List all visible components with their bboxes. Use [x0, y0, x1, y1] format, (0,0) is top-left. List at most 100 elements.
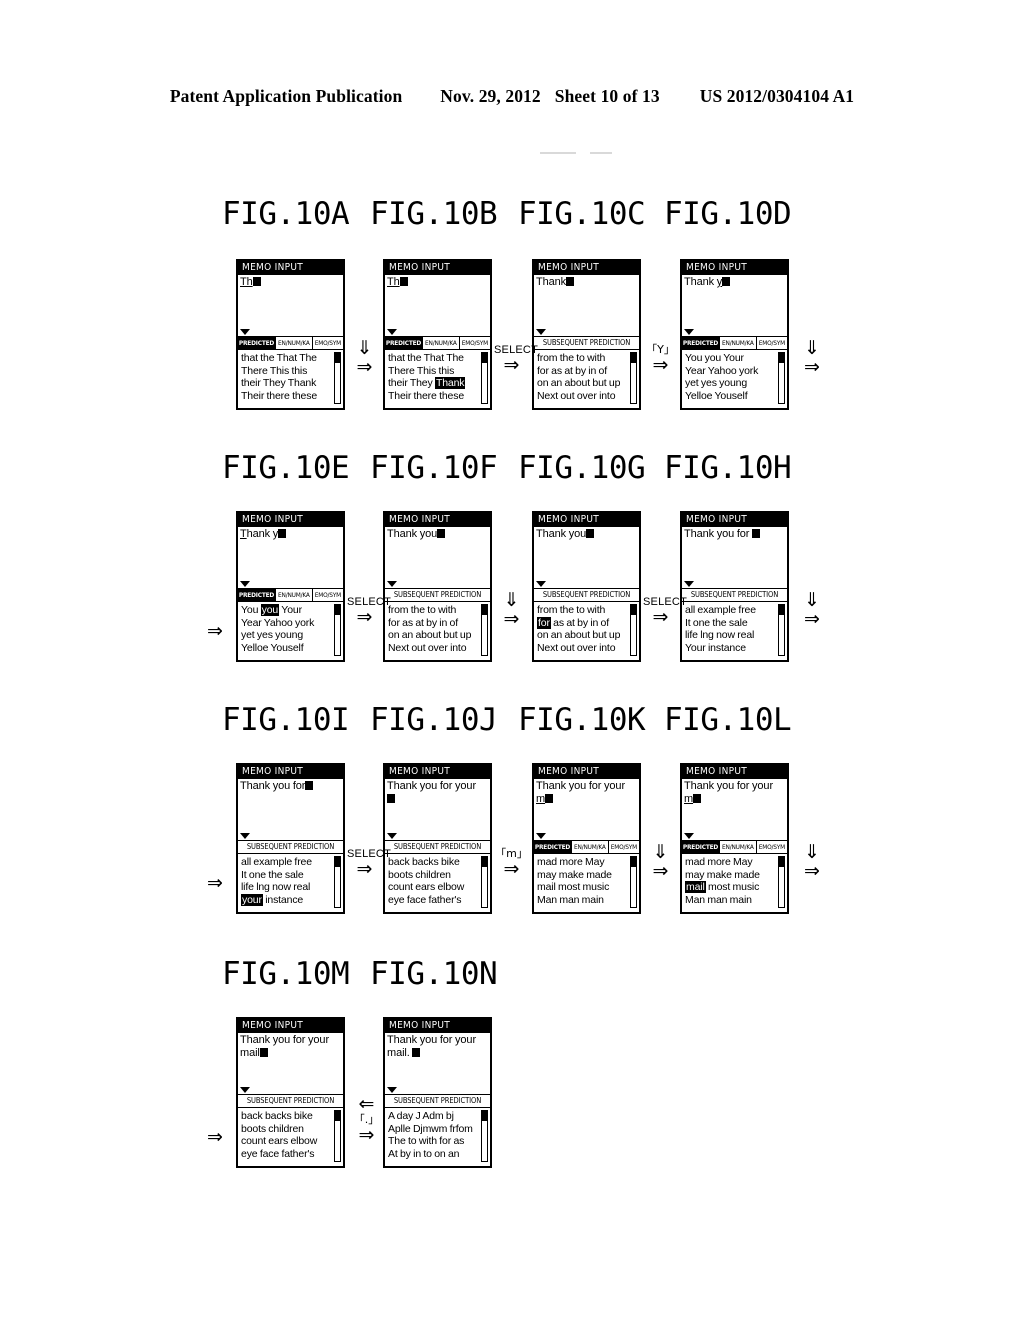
scrollbar-thumb[interactable] — [335, 1111, 340, 1121]
candidate-line[interactable]: Man man main — [685, 894, 785, 907]
candidate-list[interactable]: that the That The There This this their Th… — [385, 350, 490, 408]
memo-input-panel[interactable]: MEMO INPUT Thank you for your SUBSEQUENT P… — [383, 763, 492, 914]
candidate-line[interactable]: yet yes young — [685, 377, 785, 390]
memo-input-panel[interactable]: MEMO INPUT Thank you SUBSEQUENT PREDICTION… — [532, 511, 641, 662]
memo-input-panel[interactable]: MEMO INPUT Thank you for SUBSEQUENT PREDIC… — [236, 763, 345, 914]
candidate-list[interactable]: You you Your Year Yahoo york yet yes young… — [682, 350, 787, 408]
candidate-text[interactable]: from the to with — [537, 352, 605, 364]
candidate-scrollbar[interactable] — [334, 604, 341, 656]
candidate-line[interactable]: their They Thank — [241, 377, 341, 390]
prediction-tab-strip[interactable]: PREDICTED EN/NUM/KA EMO/SYM — [238, 337, 344, 350]
candidate-text[interactable]: Year Yahoo york — [685, 365, 758, 377]
candidate-text[interactable]: may make made — [685, 869, 760, 881]
candidate-text[interactable]: life lng now real — [241, 881, 310, 893]
candidate-text[interactable]: count ears elbow — [241, 1135, 317, 1147]
memo-edit-area[interactable]: Thank you for your mail — [238, 1032, 343, 1095]
memo-input-panel[interactable]: MEMO INPUT Th PREDICTED EN/NUM/KA EMO/SYM tha… — [236, 259, 345, 410]
candidate-line[interactable]: from the to with — [537, 604, 637, 617]
memo-edit-area[interactable]: Thank you for your m — [682, 778, 787, 841]
candidate-line[interactable]: Their there these — [241, 390, 341, 403]
candidate-list[interactable]: back backs bike boots children count ears … — [385, 854, 490, 912]
tab-emo-sym[interactable]: EMO/SYM — [607, 841, 640, 853]
tab-en-num-ka[interactable]: EN/NUM/KA — [275, 589, 312, 601]
candidate-text[interactable]: Yelloe Youself — [241, 642, 304, 654]
tab-predicted[interactable]: PREDICTED — [682, 841, 719, 853]
candidate-line[interactable]: yet yes young — [241, 629, 341, 642]
candidate-line[interactable]: Yelloe Youself — [685, 390, 785, 403]
tab-predicted[interactable]: PREDICTED — [238, 589, 275, 601]
prediction-tab-strip[interactable]: PREDICTED EN/NUM/KA EMO/SYM — [385, 337, 491, 350]
candidate-list[interactable]: all example free It one the sale life lng … — [238, 854, 343, 912]
candidate-line[interactable]: It one the sale — [241, 869, 341, 882]
candidate-text[interactable]: on an about but up — [537, 629, 620, 641]
candidate-line[interactable]: Aplle Djmwm frfom — [388, 1123, 488, 1136]
memo-edit-area[interactable]: Thank y — [682, 274, 787, 337]
memo-input-panel[interactable]: MEMO INPUT Thank you for your mail. SUBSEQ… — [383, 1017, 492, 1168]
candidate-scrollbar[interactable] — [481, 604, 488, 656]
memo-input-panel[interactable]: MEMO INPUT Thank you for your m PREDICTED EN… — [532, 763, 641, 914]
scrollbar-thumb[interactable] — [631, 605, 636, 615]
candidate-selected[interactable]: your — [241, 893, 263, 906]
candidate-text[interactable]: their They — [388, 377, 435, 389]
candidate-text[interactable]: that the That The — [388, 352, 464, 364]
tab-en-num-ka[interactable]: EN/NUM/KA — [719, 337, 756, 349]
candidate-text[interactable]: Next out over into — [388, 642, 467, 654]
candidate-line[interactable]: Their there these — [388, 390, 488, 403]
candidate-line[interactable]: Next out over into — [388, 642, 488, 655]
candidate-list[interactable]: back backs bike boots children count ears … — [238, 1108, 343, 1166]
candidate-text[interactable]: Your instance — [685, 642, 746, 654]
candidate-scrollbar[interactable] — [778, 856, 785, 908]
candidate-scrollbar[interactable] — [778, 604, 785, 656]
tab-predicted[interactable]: PREDICTED — [534, 841, 571, 853]
candidate-scrollbar[interactable] — [630, 352, 637, 404]
scrollbar-thumb[interactable] — [631, 353, 636, 363]
memo-input-panel[interactable]: MEMO INPUT Thank y PREDICTED EN/NUM/KA EMO/S… — [236, 511, 345, 662]
candidate-text[interactable]: Man man main — [685, 894, 752, 906]
scrollbar-thumb[interactable] — [335, 857, 340, 867]
memo-edit-area[interactable]: Thank you for — [238, 778, 343, 841]
scrollbar-thumb[interactable] — [482, 605, 487, 615]
candidate-text[interactable]: Next out over into — [537, 642, 616, 654]
scrollbar-thumb[interactable] — [482, 1111, 487, 1121]
memo-edit-area[interactable]: Thank you — [534, 526, 639, 589]
candidate-text[interactable]: mad more May — [537, 856, 605, 868]
candidate-text[interactable]: life lng now real — [685, 629, 754, 641]
candidate-scrollbar[interactable] — [481, 856, 488, 908]
tab-emo-sym[interactable]: EMO/SYM — [755, 337, 788, 349]
candidate-text[interactable]: back backs bike — [241, 1110, 313, 1122]
candidate-text[interactable]: You — [241, 604, 261, 616]
candidate-line[interactable]: You you Your — [685, 352, 785, 365]
scrollbar-thumb[interactable] — [482, 353, 487, 363]
candidate-selected[interactable]: you — [260, 604, 280, 616]
candidate-text[interactable]: count ears elbow — [388, 881, 464, 893]
prediction-tab-strip[interactable]: PREDICTED EN/NUM/KA EMO/SYM — [238, 589, 344, 602]
candidate-list[interactable]: mad more May may make made mail most music… — [534, 854, 639, 912]
candidate-list[interactable]: from the to with for as at by in of on an … — [385, 602, 490, 660]
candidate-scrollbar[interactable] — [334, 352, 341, 404]
memo-edit-area[interactable]: Thank you — [385, 526, 490, 589]
memo-input-panel[interactable]: MEMO INPUT Thank you for your m PREDICTED EN… — [680, 763, 789, 914]
candidate-text[interactable]: Year Yahoo york — [241, 617, 314, 629]
scrollbar-thumb[interactable] — [482, 857, 487, 867]
candidate-line[interactable]: Year Yahoo york — [685, 365, 785, 378]
tab-emo-sym[interactable]: EMO/SYM — [755, 841, 788, 853]
candidate-line[interactable]: for as at by in of — [388, 617, 488, 630]
candidate-line[interactable]: Year Yahoo york — [241, 617, 341, 630]
prediction-tab-strip[interactable]: PREDICTED EN/NUM/KA EMO/SYM — [682, 337, 788, 350]
tab-emo-sym[interactable]: EMO/SYM — [458, 337, 491, 349]
candidate-scrollbar[interactable] — [630, 856, 637, 908]
candidate-text[interactable]: instance — [263, 894, 303, 906]
candidate-list[interactable]: from the to with for as at by in of on an … — [534, 602, 639, 660]
candidate-line[interactable]: eye face father's — [388, 894, 488, 907]
candidate-scrollbar[interactable] — [334, 1110, 341, 1162]
tab-en-num-ka[interactable]: EN/NUM/KA — [571, 841, 608, 853]
candidate-line[interactable]: The to with for as — [388, 1135, 488, 1148]
tab-predicted[interactable]: PREDICTED — [238, 337, 275, 349]
tab-en-num-ka[interactable]: EN/NUM/KA — [422, 337, 459, 349]
candidate-scrollbar[interactable] — [481, 352, 488, 404]
candidate-line[interactable]: mail most music — [685, 881, 785, 894]
memo-input-panel[interactable]: MEMO INPUT Th PREDICTED EN/NUM/KA EMO/SYM tha… — [383, 259, 492, 410]
candidate-line[interactable]: life lng now real — [685, 629, 785, 642]
scrollbar-thumb[interactable] — [779, 353, 784, 363]
candidate-text[interactable]: The to with for as — [388, 1135, 464, 1147]
